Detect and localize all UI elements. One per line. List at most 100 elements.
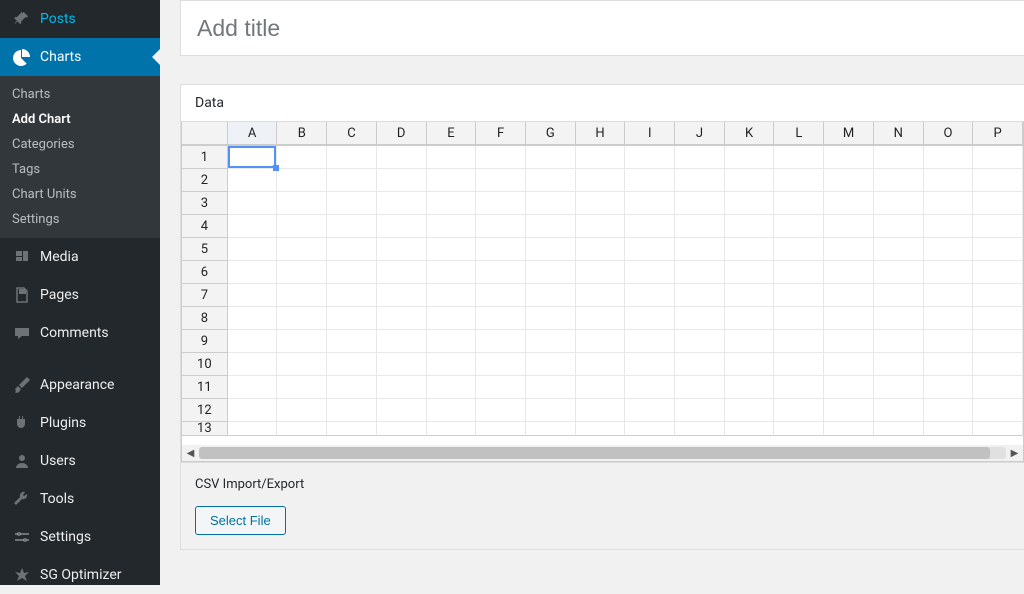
- cell[interactable]: [277, 284, 327, 307]
- cell[interactable]: [576, 215, 626, 238]
- cell[interactable]: [526, 261, 576, 284]
- cell[interactable]: [774, 146, 824, 169]
- cell[interactable]: [824, 261, 874, 284]
- cell[interactable]: [973, 215, 1023, 238]
- cell[interactable]: [228, 284, 278, 307]
- column-header[interactable]: F: [476, 122, 526, 145]
- cell[interactable]: [576, 238, 626, 261]
- cell[interactable]: [427, 353, 477, 376]
- cell[interactable]: [774, 169, 824, 192]
- cell[interactable]: [874, 330, 924, 353]
- row-header[interactable]: 8: [182, 307, 228, 330]
- cell[interactable]: [228, 422, 278, 436]
- cell[interactable]: [427, 169, 477, 192]
- column-header[interactable]: I: [625, 122, 675, 145]
- cell[interactable]: [874, 169, 924, 192]
- cell[interactable]: [774, 261, 824, 284]
- cell[interactable]: [327, 284, 377, 307]
- cell[interactable]: [824, 376, 874, 399]
- cell[interactable]: [377, 353, 427, 376]
- cell[interactable]: [973, 284, 1023, 307]
- cell[interactable]: [774, 215, 824, 238]
- cell[interactable]: [576, 330, 626, 353]
- cell[interactable]: [576, 307, 626, 330]
- cell[interactable]: [924, 238, 974, 261]
- cell[interactable]: [277, 399, 327, 422]
- cell[interactable]: [625, 376, 675, 399]
- row-header[interactable]: 13: [182, 422, 228, 436]
- cell[interactable]: [277, 169, 327, 192]
- cell[interactable]: [725, 376, 775, 399]
- cell[interactable]: [327, 169, 377, 192]
- cell[interactable]: [476, 169, 526, 192]
- cell[interactable]: [576, 169, 626, 192]
- cell[interactable]: [427, 192, 477, 215]
- cell[interactable]: [377, 422, 427, 436]
- cell[interactable]: [774, 238, 824, 261]
- cell[interactable]: [427, 422, 477, 436]
- cell[interactable]: [327, 353, 377, 376]
- cell[interactable]: [874, 307, 924, 330]
- cell[interactable]: [675, 307, 725, 330]
- cell[interactable]: [327, 399, 377, 422]
- cell[interactable]: [973, 330, 1023, 353]
- cell[interactable]: [526, 192, 576, 215]
- column-header[interactable]: L: [774, 122, 824, 145]
- submenu-add-chart[interactable]: Add Chart: [0, 107, 160, 132]
- cell[interactable]: [476, 146, 526, 169]
- scroll-left-icon[interactable]: ◀: [182, 445, 199, 461]
- cell[interactable]: [427, 238, 477, 261]
- cell[interactable]: [924, 399, 974, 422]
- cell[interactable]: [228, 192, 278, 215]
- cell[interactable]: [228, 261, 278, 284]
- submenu-chart-units[interactable]: Chart Units: [0, 182, 160, 207]
- cell[interactable]: [526, 399, 576, 422]
- row-header[interactable]: 6: [182, 261, 228, 284]
- cell[interactable]: [625, 422, 675, 436]
- cell[interactable]: [675, 146, 725, 169]
- cell[interactable]: [725, 307, 775, 330]
- cell[interactable]: [576, 376, 626, 399]
- cell[interactable]: [874, 261, 924, 284]
- cell[interactable]: [377, 284, 427, 307]
- cell[interactable]: [228, 353, 278, 376]
- cell[interactable]: [277, 146, 327, 169]
- cell[interactable]: [277, 261, 327, 284]
- cell[interactable]: [576, 146, 626, 169]
- cell[interactable]: [774, 353, 824, 376]
- column-header[interactable]: J: [675, 122, 725, 145]
- cell[interactable]: [725, 215, 775, 238]
- submenu-settings[interactable]: Settings: [0, 207, 160, 232]
- cell[interactable]: [377, 261, 427, 284]
- cell[interactable]: [675, 353, 725, 376]
- cell[interactable]: [327, 376, 377, 399]
- row-header[interactable]: 4: [182, 215, 228, 238]
- cell[interactable]: [675, 284, 725, 307]
- cell[interactable]: [973, 261, 1023, 284]
- title-input[interactable]: [180, 0, 1024, 56]
- cell[interactable]: [377, 330, 427, 353]
- cell[interactable]: [625, 261, 675, 284]
- cell[interactable]: [874, 215, 924, 238]
- column-header[interactable]: P: [973, 122, 1023, 145]
- cell[interactable]: [377, 399, 427, 422]
- cell[interactable]: [327, 146, 377, 169]
- cell[interactable]: [874, 353, 924, 376]
- cell[interactable]: [973, 376, 1023, 399]
- cell[interactable]: [427, 215, 477, 238]
- cell[interactable]: [973, 192, 1023, 215]
- row-header[interactable]: 11: [182, 376, 228, 399]
- cell[interactable]: [228, 399, 278, 422]
- cell[interactable]: [824, 330, 874, 353]
- cell[interactable]: [476, 376, 526, 399]
- cell[interactable]: [476, 215, 526, 238]
- cell[interactable]: [427, 284, 477, 307]
- cell[interactable]: [675, 261, 725, 284]
- cell[interactable]: [675, 330, 725, 353]
- scroll-thumb[interactable]: [199, 447, 990, 459]
- cell[interactable]: [973, 169, 1023, 192]
- cell[interactable]: [924, 169, 974, 192]
- cell[interactable]: [725, 146, 775, 169]
- corner-cell[interactable]: [182, 122, 228, 145]
- cell[interactable]: [526, 353, 576, 376]
